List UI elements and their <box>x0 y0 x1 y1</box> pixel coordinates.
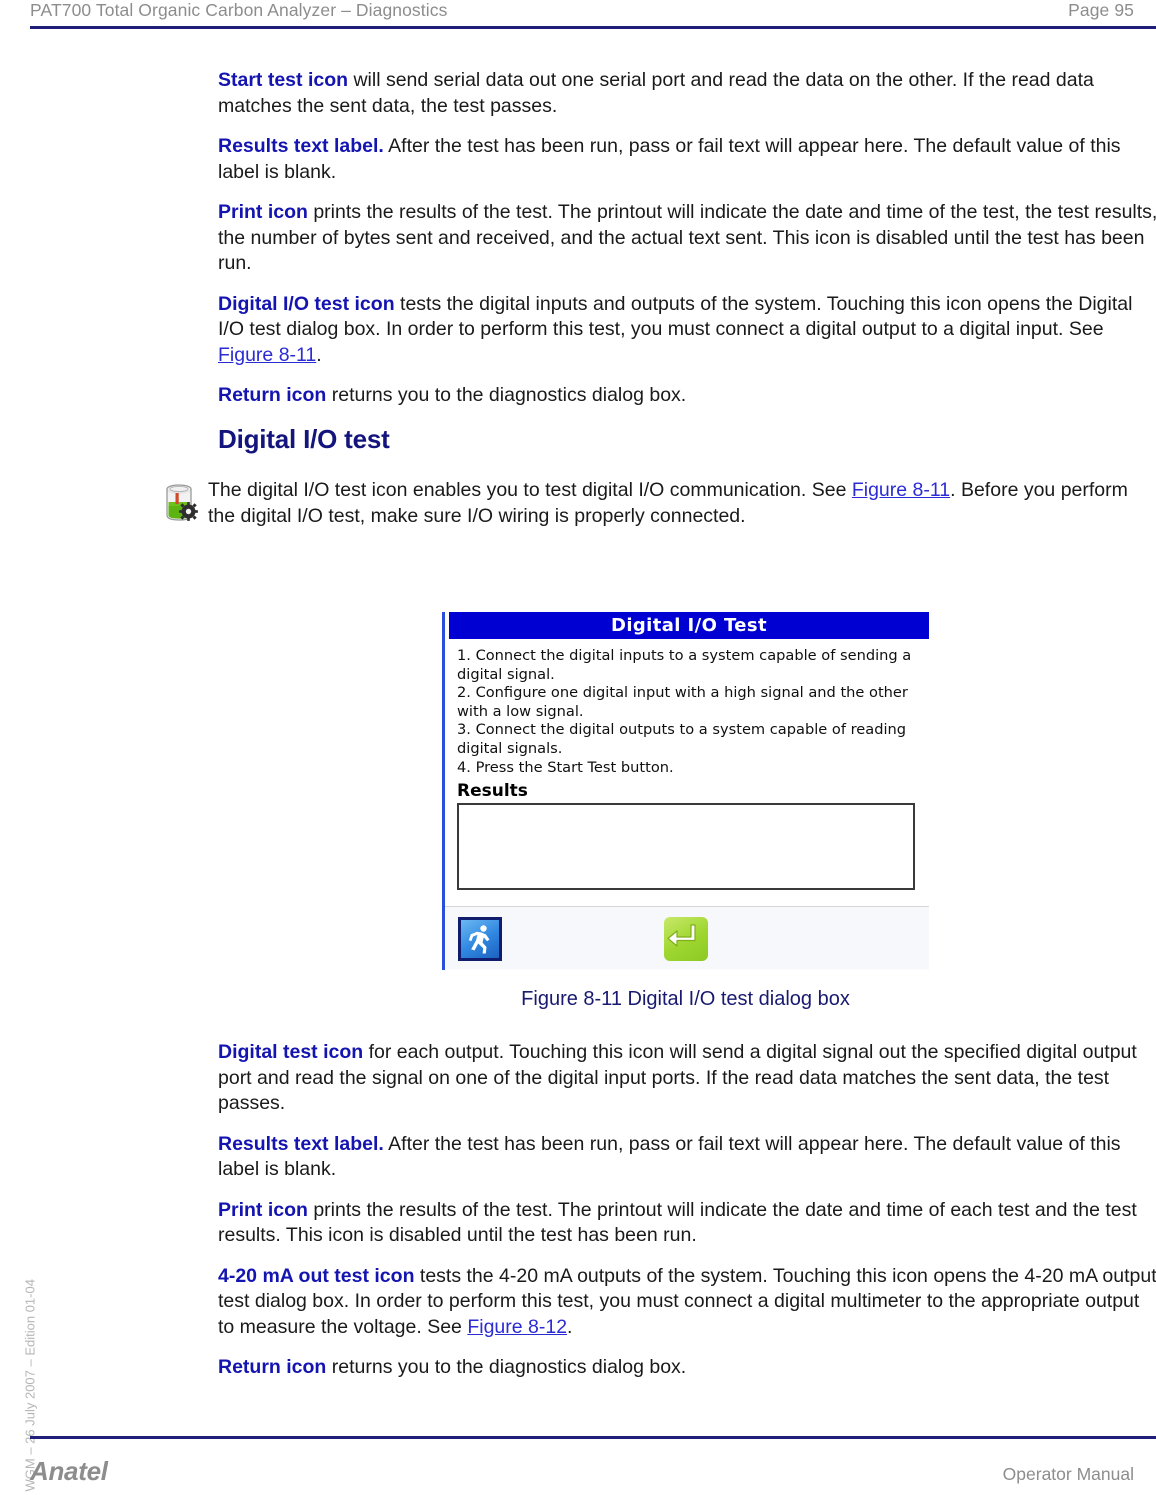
paragraph-tail: . <box>316 343 322 366</box>
cross-reference-figure-8-11[interactable]: Figure 8-11 <box>218 344 316 366</box>
paragraph-lead: Print icon <box>218 1198 308 1221</box>
paragraph-lead: Start test icon <box>218 69 349 91</box>
paragraph-text: returns you to the diagnostics dialog bo… <box>326 1356 687 1378</box>
digital-io-test-dialog: Digital I/O Test 1. Connect the digital … <box>442 612 929 970</box>
dialog-footer <box>446 907 929 969</box>
cross-reference-figure-8-11[interactable]: Figure 8-11 <box>852 479 950 501</box>
paragraph-return-icon: Return icon returns you to the diagnosti… <box>218 1355 1156 1381</box>
paragraph-lead: Results text label. <box>218 1132 384 1155</box>
paragraph-digital-io-test-icon: Digital I/O test icon tests the digital … <box>218 292 1156 369</box>
section-heading-digital-io-test: Digital I/O test <box>218 424 390 454</box>
paragraph-text: will send serial data out one serial por… <box>218 69 1094 117</box>
figure-8-11: Digital I/O Test 1. Connect the digital … <box>442 612 929 1011</box>
paragraph-tail: . <box>567 1315 573 1338</box>
paragraph-results-text-label: Results text label. After the test has b… <box>218 1132 1156 1183</box>
instruction-step: 2. Configure one digital input with a hi… <box>457 684 908 720</box>
header-title: PAT700 Total Organic Carbon Analyzer – D… <box>30 0 448 20</box>
paragraph-lead: 4-20 mA out test icon <box>218 1264 415 1287</box>
paragraph-return-icon: Return icon returns you to the diagnosti… <box>218 383 1156 409</box>
note-block: The digital I/O test icon enables you to… <box>160 478 1156 529</box>
footer-document-type: Operator Manual <box>1002 1464 1134 1484</box>
header-divider <box>30 26 1156 29</box>
body-bottom: Digital test icon for each output. Touch… <box>218 1040 1156 1381</box>
note-text-before: The digital I/O test icon enables you to… <box>208 479 852 501</box>
paragraph-text: prints the results of the test. The prin… <box>218 201 1156 274</box>
instruction-step: 3. Connect the digital outputs to a syst… <box>457 721 907 757</box>
paragraph-print-icon: Print icon prints the results of the tes… <box>218 1198 1156 1249</box>
paragraph-text: returns you to the diagnostics dialog bo… <box>326 384 687 406</box>
instruction-step: 4. Press the Start Test button. <box>457 758 674 776</box>
figure-caption: Figure 8-11 Digital I/O test dialog box <box>521 988 850 1010</box>
dialog-titlebar: Digital I/O Test <box>449 612 929 639</box>
dialog-body: 1. Connect the digital inputs to a syste… <box>445 639 929 907</box>
beaker-gear-icon <box>160 482 200 524</box>
brand-logo: Anatel <box>30 1456 108 1486</box>
paragraph-lead: Digital I/O test icon <box>218 292 395 315</box>
return-button[interactable] <box>664 917 708 961</box>
footer-divider <box>30 1436 1156 1439</box>
paragraph-print-icon: Print icon prints the results of the tes… <box>218 200 1156 277</box>
instruction-step: 1. Connect the digital inputs to a syste… <box>457 647 912 683</box>
note-text: The digital I/O test icon enables you to… <box>208 478 1156 529</box>
cross-reference-figure-8-12[interactable]: Figure 8-12 <box>467 1316 567 1338</box>
paragraph-lead: Digital test icon <box>218 1041 364 1063</box>
paragraph-text: prints the results of the test. The prin… <box>218 1198 1137 1247</box>
start-test-button[interactable] <box>458 917 502 961</box>
body-top: Start test icon will send serial data ou… <box>218 68 1156 409</box>
results-label: Results <box>457 781 528 802</box>
paragraph-lead: Return icon <box>218 1356 327 1378</box>
return-arrow-icon <box>667 924 696 947</box>
paragraph-4-20-ma-out-test-icon: 4-20 mA out test icon tests the 4-20 mA … <box>218 1264 1156 1341</box>
running-person-icon <box>468 925 490 954</box>
paragraph-results-text-label: Results text label. After the test has b… <box>218 134 1156 185</box>
paragraph-lead: Return icon <box>218 384 327 406</box>
dialog-instructions: 1. Connect the digital inputs to a syste… <box>457 647 919 777</box>
paragraph-start-test-icon: Start test icon will send serial data ou… <box>218 68 1156 119</box>
page-number: Page 95 <box>1068 0 1134 20</box>
paragraph-digital-test-icon: Digital test icon for each output. Touch… <box>218 1040 1156 1117</box>
results-text-box <box>457 803 915 891</box>
page-footer: Anatel Operator Manual <box>30 1456 1134 1487</box>
paragraph-lead: Print icon <box>218 201 308 223</box>
paragraph-lead: Results text label. <box>218 135 384 157</box>
